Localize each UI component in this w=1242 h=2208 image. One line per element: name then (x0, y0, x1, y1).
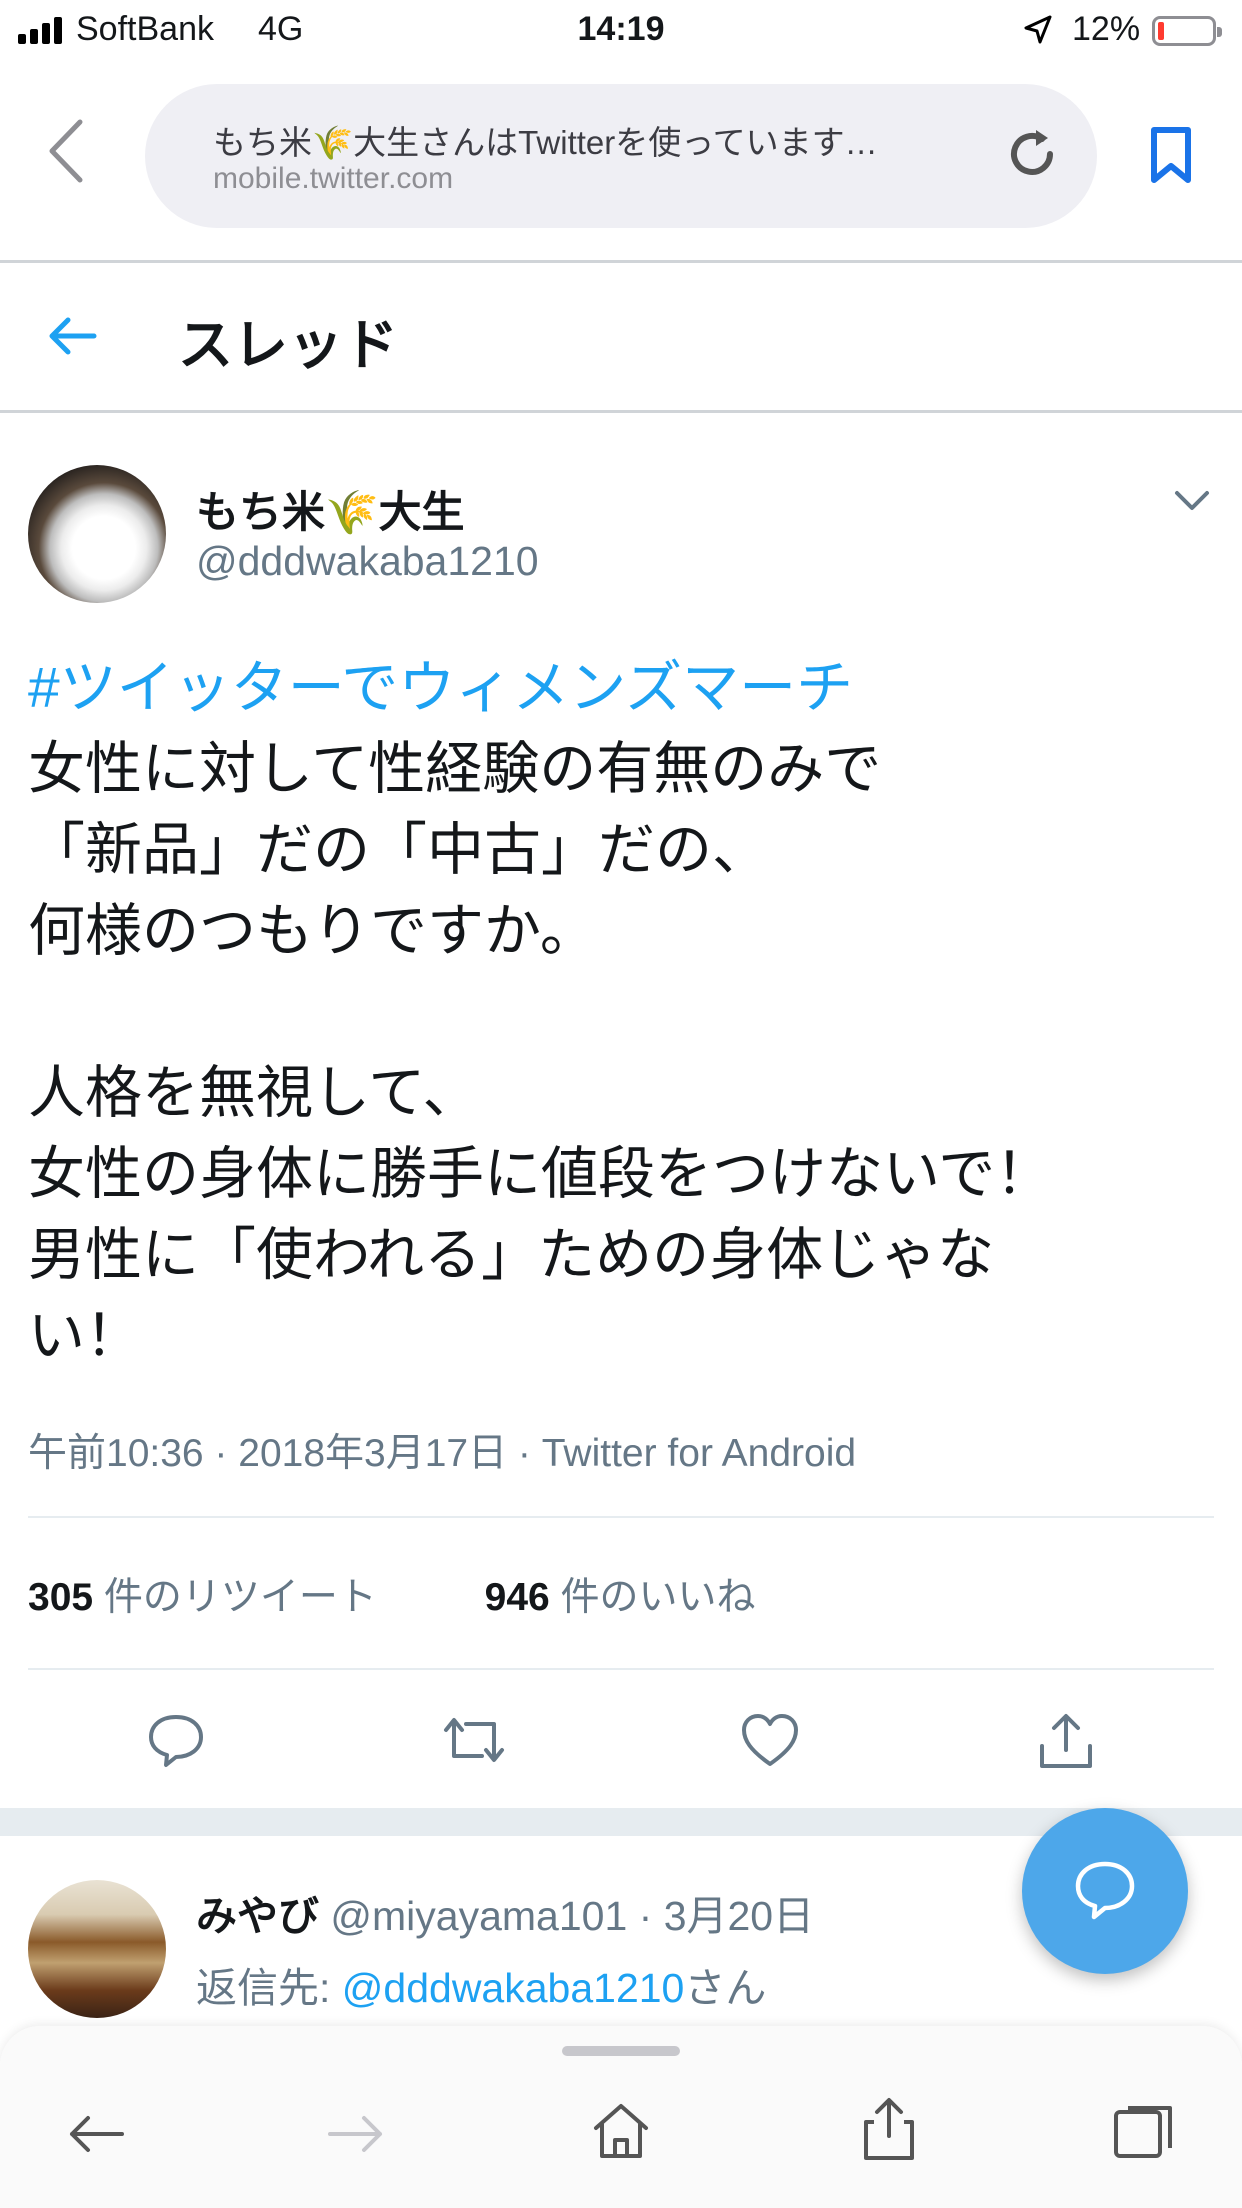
retweet-stat[interactable]: 305 件のリツイート (28, 1576, 377, 1619)
tweet-stats: 305 件のリツイート 946 件のいいね (28, 1566, 756, 1622)
page-title: もち米🌾大生さんはTwitterを使っています… (213, 124, 878, 161)
battery-percent: 12% (1072, 10, 1141, 48)
status-bar: SoftBank 4G 14:19 12% (0, 0, 1242, 62)
tabs-icon[interactable] (1112, 2102, 1178, 2160)
like-count: 946 (484, 1576, 550, 1619)
like-label: 件のいいね (560, 1576, 756, 1619)
page-host: mobile.twitter.com (213, 162, 454, 195)
author-handle[interactable]: @dddwakaba1210 (196, 538, 539, 585)
tweet-line: 人格を無視して、 (28, 1061, 480, 1125)
compose-reply-button[interactable] (1022, 1808, 1188, 1974)
retweet-icon[interactable] (442, 1712, 506, 1768)
status-time: 14:19 (577, 10, 665, 48)
retweet-label: 件のリツイート (103, 1576, 377, 1619)
reply-icon[interactable] (146, 1712, 206, 1768)
address-bar[interactable]: もち米🌾大生さんはTwitterを使っています… mobile.twitter.… (145, 84, 1097, 228)
battery-icon (1152, 16, 1222, 46)
like-stat[interactable]: 946 件のいいね (485, 1576, 756, 1619)
hashtag-link[interactable]: #ツイッターでウィメンズマーチ (28, 648, 1218, 729)
back-arrow-icon[interactable] (46, 316, 98, 356)
tweet-line: 女性の身体に勝手に値段をつけないで！ (28, 1142, 1053, 1206)
tweet-line: 男性に「使われる」ための身体じゃな (28, 1223, 995, 1287)
home-icon[interactable] (592, 2102, 650, 2160)
browser-back-chevron-icon[interactable] (46, 118, 86, 184)
browser-divider (0, 260, 1242, 263)
tweet-line: 「新品」だの「中古」だの、 (28, 818, 769, 882)
reply-to-line: 返信先: @dddwakaba1210さん (196, 1954, 766, 2014)
chevron-down-icon[interactable] (1174, 490, 1210, 512)
tweet-timestamp[interactable]: 午前10:36 · 2018年3月17日 · Twitter for Andro… (28, 1422, 856, 1478)
page-title-thread: スレッド (178, 314, 399, 376)
avatar[interactable] (28, 465, 166, 603)
reload-icon[interactable] (1004, 126, 1060, 182)
reply-to-mention[interactable]: @dddwakaba1210 (342, 1965, 685, 2011)
tweet-text: #ツイッターでウィメンズマーチ 女性に対して性経験の有無のみで 「新品」だの「中… (28, 648, 1218, 1377)
header-divider (0, 410, 1242, 413)
reply-bubble-icon (1075, 1861, 1135, 1920)
like-heart-icon[interactable] (740, 1712, 800, 1768)
avatar[interactable] (28, 1880, 166, 2018)
bookmark-icon[interactable] (1148, 126, 1194, 184)
tweet-line: い！ (28, 1304, 142, 1368)
reply-handle-date: @miyayama101 · 3月20日 (330, 1893, 815, 1939)
share-icon[interactable] (860, 2096, 918, 2162)
divider (28, 1516, 1214, 1518)
location-arrow-icon (1024, 15, 1052, 44)
tweet-line: 女性に対して性経験の有無のみで (28, 737, 882, 801)
reply-header[interactable]: みやび @miyayama101 · 3月20日 (196, 1882, 814, 1942)
forward-arrow-icon[interactable] (326, 2114, 386, 2154)
back-arrow-icon[interactable] (66, 2114, 126, 2154)
author-name[interactable]: もち米🌾大生 (196, 478, 465, 540)
sheet-handle[interactable] (562, 2046, 680, 2056)
reply-author-name: みやび (196, 1893, 319, 1939)
reply-to-prefix: 返信先: (196, 1965, 342, 2011)
browser-toolbar (0, 2026, 1242, 2208)
divider (28, 1668, 1214, 1670)
retweet-count: 305 (28, 1576, 94, 1619)
tweet-line: 何様のつもりですか。 (28, 899, 597, 963)
reply-to-suffix: さん (684, 1965, 767, 2011)
share-icon[interactable] (1036, 1712, 1096, 1770)
